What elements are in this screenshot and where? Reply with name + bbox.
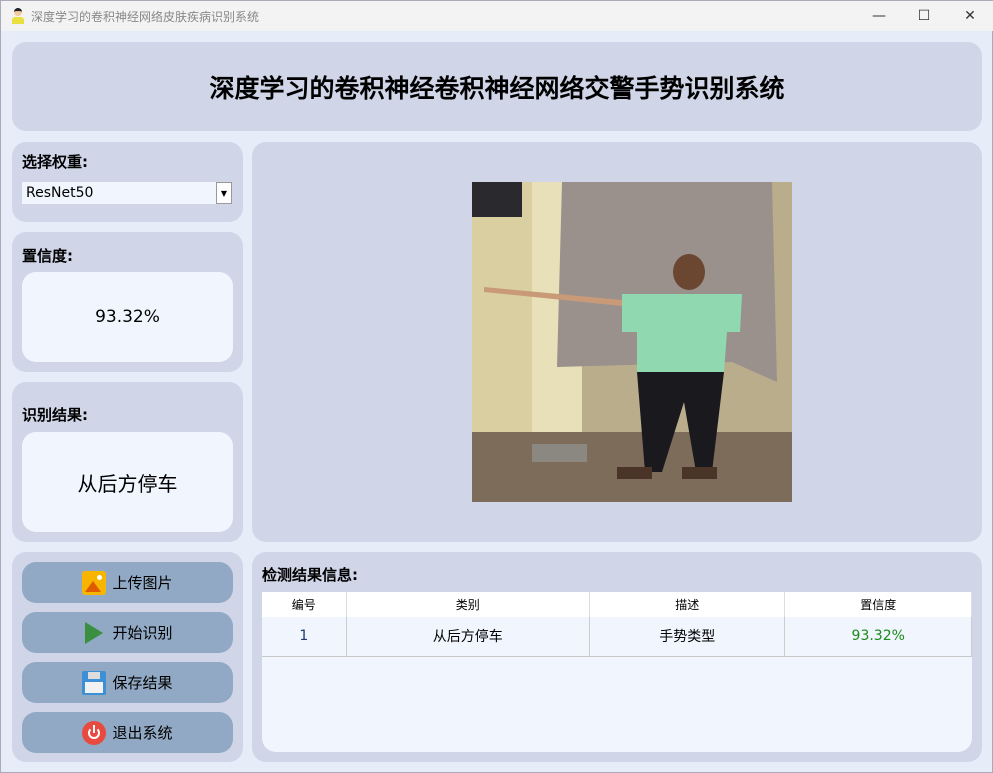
app-icon: [11, 8, 25, 24]
title-bar: 深度学习的卷积神经网络皮肤疾病识别系统 — ☐ ✕: [1, 1, 993, 31]
play-icon: [82, 621, 106, 645]
power-icon: [82, 720, 107, 745]
exit-label: 退出系统: [112, 724, 173, 742]
result-value: 从后方停车: [22, 432, 233, 532]
confidence-panel: 置信度: 93.32%: [12, 232, 243, 372]
results-panel: 检测结果信息: 编号 类别 描述 置信度 1 从后方停车 手势类型 93.32%: [252, 552, 982, 762]
col-desc[interactable]: 描述: [589, 592, 786, 617]
chevron-down-icon[interactable]: ▼: [216, 182, 232, 204]
save-result-button[interactable]: 保存结果: [22, 662, 233, 703]
col-id[interactable]: 编号: [262, 592, 347, 617]
weights-label: 选择权重:: [22, 153, 88, 171]
weights-select[interactable]: ResNet50 ▼: [22, 182, 232, 204]
save-icon: [82, 670, 107, 695]
cell-desc: 手势类型: [589, 617, 786, 657]
table-row[interactable]: 1 从后方停车 手势类型 93.32%: [262, 617, 972, 657]
results-table: 编号 类别 描述 置信度 1 从后方停车 手势类型 93.32%: [262, 592, 972, 752]
cell-id: 1: [262, 617, 347, 657]
page-title: 深度学习的卷积神经卷积神经网络交警手势识别系统: [209, 73, 785, 103]
minimize-button[interactable]: —: [856, 1, 902, 31]
image-panel: [252, 142, 982, 542]
confidence-value: 93.32%: [22, 272, 233, 362]
actions-panel: 上传图片 开始识别 保存结果 退出系统: [12, 552, 243, 762]
cell-class: 从后方停车: [346, 617, 591, 657]
preview-image: [472, 182, 792, 502]
col-class[interactable]: 类别: [346, 592, 591, 617]
upload-image-button[interactable]: 上传图片: [22, 562, 233, 603]
weights-panel: 选择权重: ResNet50 ▼: [12, 142, 243, 222]
start-recognition-button[interactable]: 开始识别: [22, 612, 233, 653]
start-label: 开始识别: [112, 624, 173, 642]
confidence-label: 置信度:: [22, 247, 73, 265]
table-header: 编号 类别 描述 置信度: [262, 592, 972, 617]
col-conf[interactable]: 置信度: [784, 592, 972, 617]
window-title: 深度学习的卷积神经网络皮肤疾病识别系统: [31, 9, 260, 24]
upload-label: 上传图片: [112, 574, 173, 592]
results-title: 检测结果信息:: [262, 566, 358, 584]
exit-system-button[interactable]: 退出系统: [22, 712, 233, 753]
image-icon: [82, 570, 107, 595]
header-panel: 深度学习的卷积神经卷积神经网络交警手势识别系统: [12, 42, 982, 131]
save-label: 保存结果: [112, 674, 173, 692]
result-label: 识别结果:: [22, 406, 88, 424]
maximize-button[interactable]: ☐: [901, 1, 947, 31]
result-panel: 识别结果: 从后方停车: [12, 382, 243, 542]
close-button[interactable]: ✕: [947, 1, 993, 31]
cell-conf: 93.32%: [784, 617, 972, 657]
weights-selected: ResNet50: [26, 185, 94, 201]
